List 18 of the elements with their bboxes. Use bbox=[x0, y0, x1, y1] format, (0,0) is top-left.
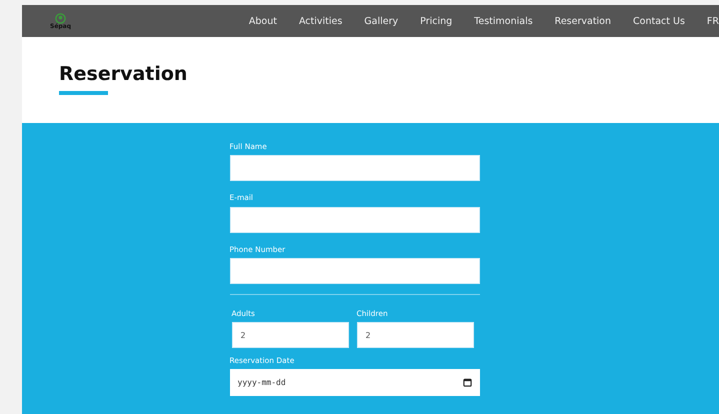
logo-icon bbox=[55, 12, 66, 24]
date-field[interactable]: yyyy-mm-dd bbox=[230, 369, 480, 396]
number-field[interactable]: 2 bbox=[232, 322, 348, 348]
input-field[interactable] bbox=[230, 258, 480, 284]
nav-link[interactable]: FR bbox=[696, 16, 719, 26]
nav-link[interactable]: Contact Us bbox=[622, 16, 696, 26]
nav-link[interactable]: Reservation bbox=[544, 16, 622, 26]
input-field[interactable] bbox=[230, 155, 480, 182]
number-field[interactable]: 2 bbox=[356, 322, 474, 348]
input-field[interactable] bbox=[230, 206, 480, 232]
title-underline bbox=[59, 91, 108, 95]
calendar-icon[interactable] bbox=[462, 378, 472, 388]
nav-link[interactable]: About bbox=[238, 16, 288, 26]
nav-link[interactable]: Pricing bbox=[409, 16, 464, 26]
nav-link[interactable]: Activities bbox=[288, 16, 354, 26]
nav-link[interactable]: Gallery bbox=[353, 16, 410, 26]
nav-link[interactable]: Testimonials bbox=[463, 16, 544, 26]
page-title: Reservation bbox=[59, 63, 188, 85]
